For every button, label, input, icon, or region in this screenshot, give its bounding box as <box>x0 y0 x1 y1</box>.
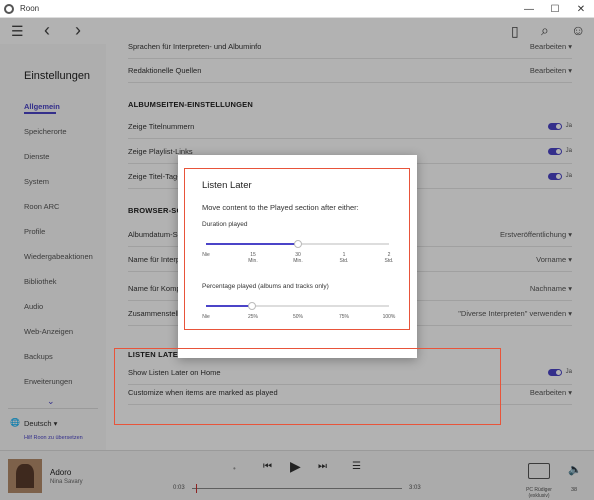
roon-app-icon <box>4 3 14 14</box>
annotation-box-dialog <box>184 168 410 330</box>
maximize-button[interactable]: ☐ <box>542 0 568 18</box>
annotation-box-listen-later <box>114 348 501 425</box>
window-titlebar: Roon — ☐ ✕ <box>0 0 594 18</box>
close-button[interactable]: ✕ <box>568 0 594 18</box>
window-controls: — ☐ ✕ <box>516 0 594 18</box>
minimize-button[interactable]: — <box>516 0 542 18</box>
window-title: Roon <box>20 4 40 13</box>
